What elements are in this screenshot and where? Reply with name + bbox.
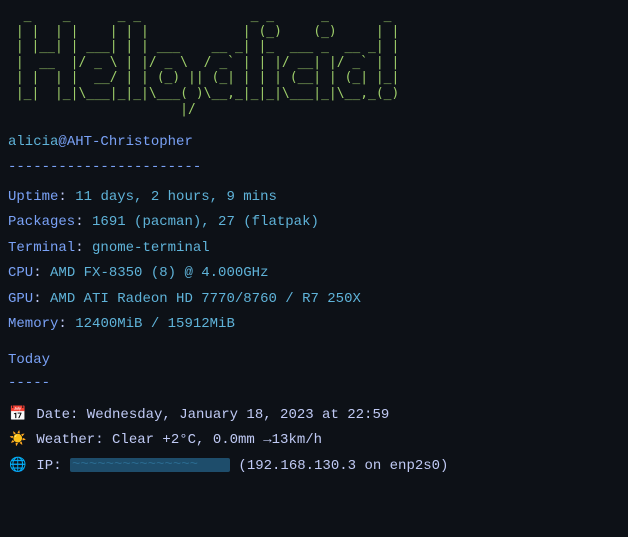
packages-value: 1691 (pacman), 27 (flatpak) xyxy=(92,214,319,230)
cpu-label: CPU xyxy=(8,265,33,281)
uptime-label: Uptime xyxy=(8,189,58,205)
today-separator: ----- xyxy=(8,372,620,394)
host-separator: ----------------------- xyxy=(8,156,620,178)
colon: : xyxy=(75,214,92,230)
globe-icon: 🌐 xyxy=(8,455,28,477)
colon: : xyxy=(58,189,75,205)
calendar-icon: 📅 xyxy=(8,404,28,426)
date-text: Date: Wednesday, January 18, 2023 at 22:… xyxy=(28,407,389,423)
hostname: AHT-Christopher xyxy=(67,134,193,150)
ip-line: 🌐 IP: (192.168.130.3 on enp2s0) xyxy=(8,455,620,477)
colon: : xyxy=(58,316,75,332)
packages-label: Packages xyxy=(8,214,75,230)
ip-redacted xyxy=(70,458,230,472)
weather-line: ☀️ Weather: Clear +2°C, 0.0mm →13km/h xyxy=(8,429,620,451)
today-header: Today xyxy=(8,349,620,371)
weather-text: Weather: Clear +2°C, 0.0mm →13km/h xyxy=(28,432,322,448)
username: alicia xyxy=(8,134,58,150)
ascii-banner: _ _ _ _ _ _ _ _ | | | | | | | | (_) (_) … xyxy=(8,8,620,117)
colon: : xyxy=(33,291,50,307)
memory-line: Memory: 12400MiB / 15912MiB xyxy=(8,313,620,335)
uptime-line: Uptime: 11 days, 2 hours, 9 mins xyxy=(8,186,620,208)
terminal-line: Terminal: gnome-terminal xyxy=(8,237,620,259)
sun-icon: ☀️ xyxy=(8,429,28,451)
ip-suffix: (192.168.130.3 on enp2s0) xyxy=(230,458,448,474)
cpu-line: CPU: AMD FX-8350 (8) @ 4.000GHz xyxy=(8,262,620,284)
packages-line: Packages: 1691 (pacman), 27 (flatpak) xyxy=(8,211,620,233)
gpu-label: GPU xyxy=(8,291,33,307)
memory-label: Memory xyxy=(8,316,58,332)
colon: : xyxy=(33,265,50,281)
memory-value: 12400MiB / 15912MiB xyxy=(75,316,235,332)
cpu-value: AMD FX-8350 (8) @ 4.000GHz xyxy=(50,265,268,281)
date-line: 📅 Date: Wednesday, January 18, 2023 at 2… xyxy=(8,404,620,426)
at-separator: @ xyxy=(58,134,66,150)
terminal-value: gnome-terminal xyxy=(92,240,210,256)
colon: : xyxy=(75,240,92,256)
uptime-value: 11 days, 2 hours, 9 mins xyxy=(75,189,277,205)
gpu-line: GPU: AMD ATI Radeon HD 7770/8760 / R7 25… xyxy=(8,288,620,310)
gpu-value: AMD ATI Radeon HD 7770/8760 / R7 250X xyxy=(50,291,361,307)
user-host-line: alicia@AHT-Christopher xyxy=(8,131,620,153)
terminal-label: Terminal xyxy=(8,240,75,256)
ip-prefix: IP: xyxy=(28,458,70,474)
